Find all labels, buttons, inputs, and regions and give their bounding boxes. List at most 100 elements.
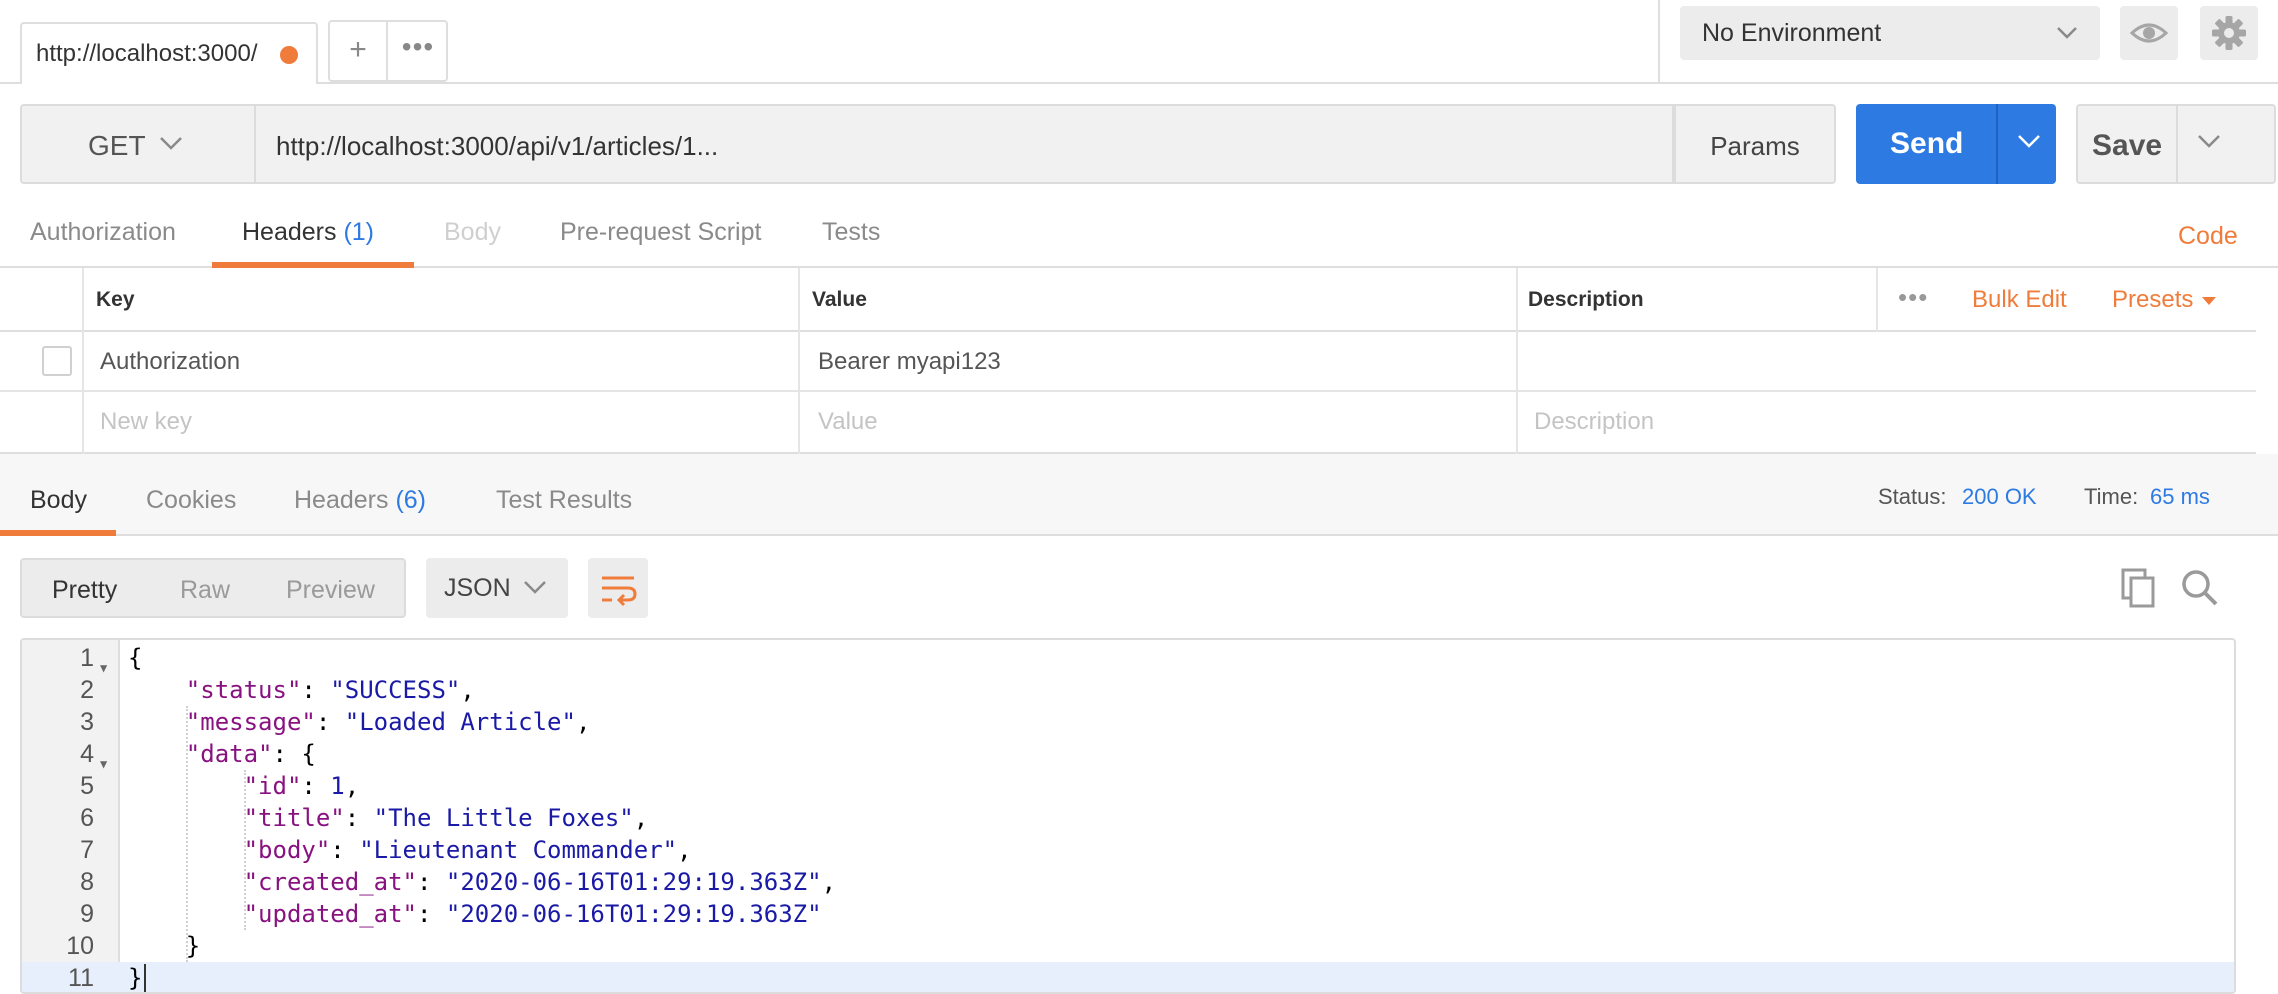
column-key: Key [96, 288, 135, 311]
presets-dropdown[interactable]: Presets [2112, 286, 2218, 314]
format-select-value: JSON [444, 574, 511, 602]
json-string: "SUCCESS" [330, 676, 461, 704]
save-split-divider [2176, 106, 2178, 184]
json-number: 1 [330, 772, 345, 800]
request-tabs: Authorization Headers (1) Body Pre-reque… [0, 206, 2278, 268]
save-options-chevron-icon[interactable] [2194, 122, 2224, 162]
json-string: "2020-06-16T01:29:19.363Z" [445, 900, 822, 928]
tab-authorization[interactable]: Authorization [30, 218, 176, 247]
new-description-input[interactable]: Description [1534, 408, 1654, 436]
new-tab-plus-icon[interactable]: + [330, 22, 388, 80]
time-label: Time: [2084, 484, 2139, 509]
tab-headers-count: (1) [343, 218, 375, 246]
line-number: 1 [80, 644, 94, 672]
line-number: 6 [80, 804, 94, 832]
code-line: 3 "message": "Loaded Article", [22, 706, 2234, 738]
line-number: 7 [80, 836, 94, 864]
url-input-value: http://localhost:3000/api/v1/articles/1.… [276, 131, 719, 161]
response-body-editor[interactable]: 1 ▼ { 2 "status": "SUCCESS", 3 "message"… [20, 638, 2236, 994]
table-row: Authorization Bearer myapi123 [0, 332, 2256, 392]
line-number: 2 [80, 676, 94, 704]
code-line: 4 ▼ "data": { [22, 738, 2234, 771]
tab-tests[interactable]: Tests [822, 218, 880, 247]
code-text: { [128, 644, 143, 672]
save-button-label: Save [2092, 129, 2163, 162]
wrap-lines-button[interactable] [588, 558, 648, 618]
params-button[interactable]: Params [1674, 104, 1836, 184]
search-icon[interactable] [2178, 566, 2222, 615]
json-key: "status" [185, 676, 302, 704]
view-raw-button[interactable]: Raw [180, 576, 230, 605]
headers-table-header: Key Value Description ••• Bulk Edit Pres… [0, 268, 2256, 332]
wrap-lines-icon [602, 576, 637, 607]
line-number: 3 [80, 708, 94, 736]
format-select[interactable]: JSON [426, 558, 568, 618]
view-preview-button[interactable]: Preview [286, 576, 375, 605]
json-string: "2020-06-16T01:29:19.363Z" [445, 868, 822, 896]
column-value: Value [812, 288, 867, 311]
column-description: Description [1528, 288, 1644, 311]
row-enabled-checkbox[interactable] [42, 346, 72, 376]
tab-body[interactable]: Body [444, 218, 501, 247]
code-text: "status": "SUCCESS", [185, 676, 475, 704]
header-key-cell[interactable]: Authorization [100, 348, 240, 376]
code-text: "message": "Loaded Article", [185, 708, 591, 736]
response-tab-body[interactable]: Body [30, 486, 87, 515]
send-options-chevron-icon[interactable] [2014, 122, 2044, 162]
bulk-edit-link[interactable]: Bulk Edit [1972, 286, 2067, 314]
status-value[interactable]: 200 OK [1962, 484, 2037, 510]
json-key: "data" [185, 740, 273, 768]
params-button-label: Params [1710, 131, 1800, 161]
code-text: } [128, 932, 201, 960]
code-line: 6 "title": "The Little Foxes", [22, 802, 2234, 834]
code-line-current: 11 } [22, 962, 2234, 992]
line-number: 9 [80, 900, 94, 928]
url-input[interactable]: http://localhost:3000/api/v1/articles/1.… [254, 104, 1674, 184]
environment-select-value: No Environment [1702, 19, 1882, 47]
tab-prerequest-script[interactable]: Pre-request Script [560, 218, 761, 247]
line-number: 4 [80, 740, 94, 768]
time-value[interactable]: 65 ms [2150, 484, 2210, 510]
code-text: "data": { [185, 740, 316, 768]
response-tab-test-results[interactable]: Test Results [496, 486, 632, 515]
env-divider [1658, 0, 1660, 84]
response-tab-cookies[interactable]: Cookies [146, 486, 236, 515]
copy-icon[interactable] [2118, 566, 2158, 615]
code-text: } [128, 962, 147, 992]
response-tab-headers[interactable]: Headers (6) [294, 486, 426, 515]
unsaved-dot-icon [280, 46, 298, 64]
method-select[interactable]: GET [20, 104, 254, 184]
request-tab[interactable]: http://localhost:3000/ [20, 22, 318, 84]
code-link[interactable]: Code [2178, 222, 2238, 251]
new-value-input[interactable]: Value [818, 408, 878, 436]
response-tabs: Body Cookies Headers (6) Test Results St… [0, 454, 2278, 536]
table-divider [82, 268, 84, 454]
tab-headers[interactable]: Headers (1) [242, 218, 374, 247]
tab-actions: + ••• [328, 20, 448, 82]
tab-more-icon[interactable]: ••• [388, 22, 448, 80]
chevron-down-icon [524, 581, 546, 594]
save-button[interactable]: Save [2076, 104, 2276, 184]
view-pretty-button[interactable]: Pretty [52, 576, 117, 605]
json-key: "message" [185, 708, 316, 736]
send-button-label: Send [1890, 127, 1964, 160]
code-line: 10 } [22, 930, 2234, 962]
table-row-new: New key Value Description [0, 392, 2256, 452]
code-text: "created_at": "2020-06-16T01:29:19.363Z"… [243, 868, 837, 896]
send-split-divider [1996, 104, 1998, 184]
settings-button[interactable] [2200, 6, 2258, 60]
environment-select[interactable]: No Environment [1680, 6, 2100, 60]
table-more-icon[interactable]: ••• [1898, 282, 1928, 313]
chevron-down-icon [160, 137, 182, 150]
line-number: 5 [80, 772, 94, 800]
json-key: "title" [243, 804, 345, 832]
send-button[interactable]: Send [1856, 104, 2056, 184]
header-value-cell[interactable]: Bearer myapi123 [818, 348, 1001, 376]
request-tab-label: http://localhost:3000/ [36, 40, 258, 67]
response-tab-headers-label: Headers [294, 486, 389, 514]
response-tab-headers-count: (6) [395, 486, 427, 514]
new-key-input[interactable]: New key [100, 408, 192, 436]
active-response-tab-indicator [0, 530, 116, 536]
tab-headers-label: Headers [242, 218, 337, 246]
environment-quick-look-button[interactable] [2120, 6, 2178, 60]
